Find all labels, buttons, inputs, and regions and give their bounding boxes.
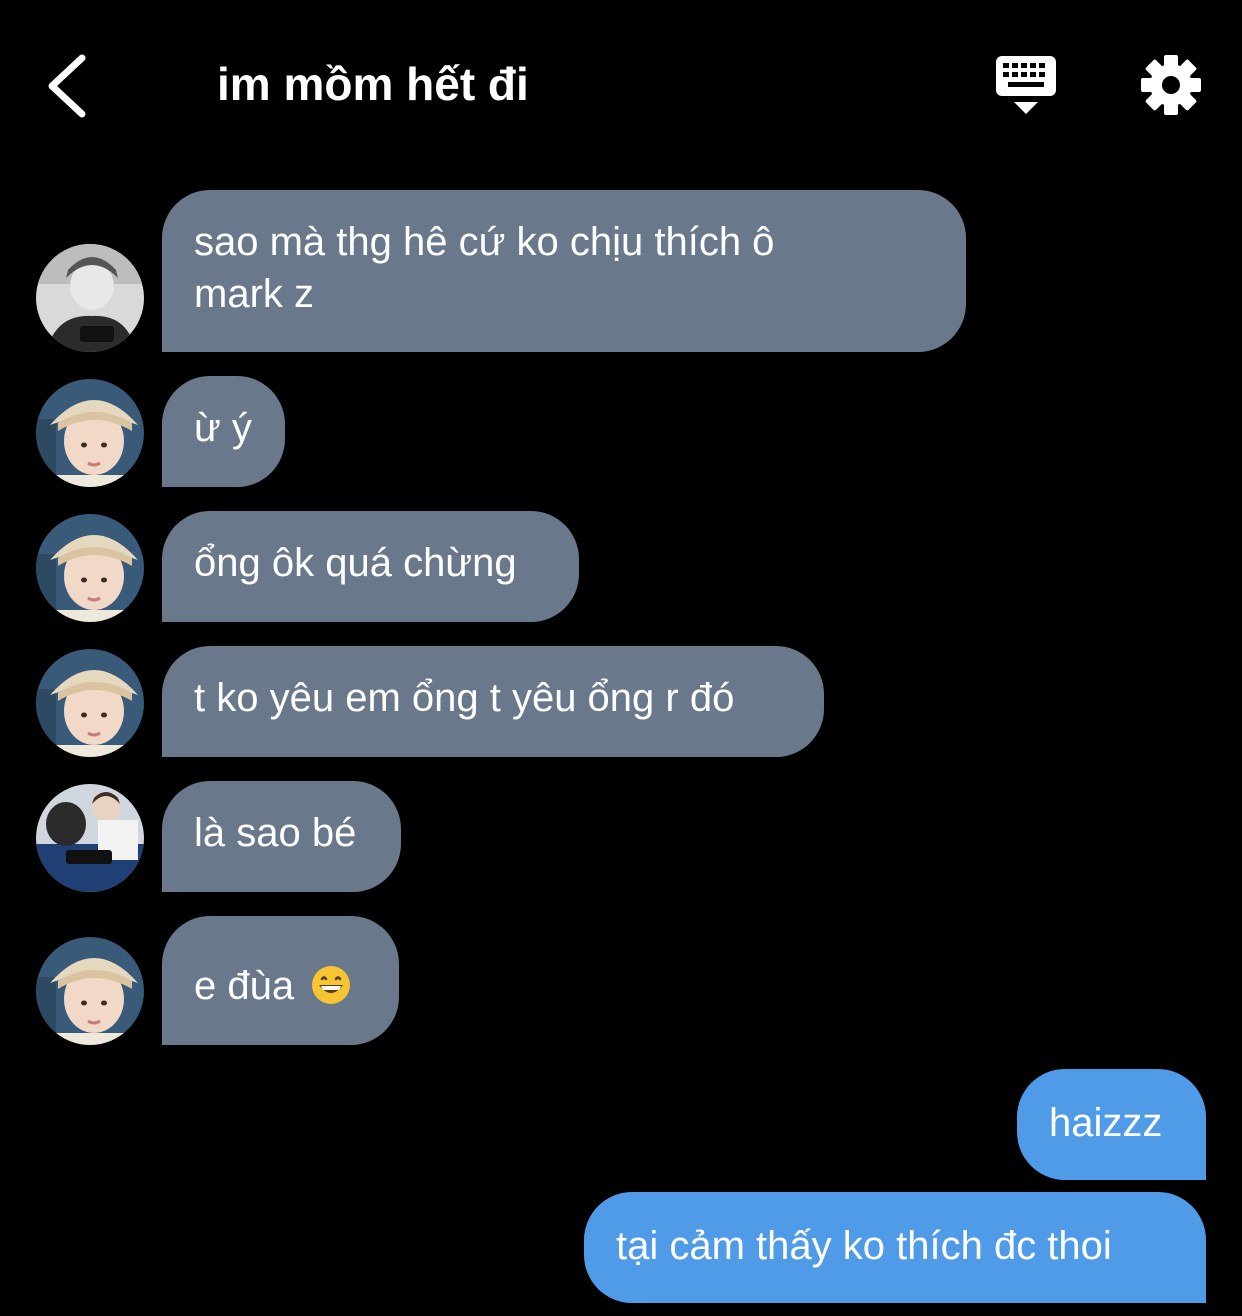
settings-button[interactable] <box>1136 50 1206 120</box>
message-bubble-incoming[interactable]: là sao bé <box>162 781 401 892</box>
avatar-photo <box>36 937 144 1045</box>
chat-header: im mồm hết đi <box>0 0 1242 170</box>
message-bubble-outgoing[interactable]: tại cảm thấy ko thích đc thoi <box>584 1192 1206 1303</box>
avatar-photo <box>36 784 144 892</box>
message-text: tại cảm thấy ko thích đc thoi <box>616 1224 1112 1268</box>
avatar-hat-boy[interactable] <box>36 514 144 622</box>
chevron-left-icon <box>48 54 86 118</box>
keyboard-button[interactable] <box>990 52 1062 120</box>
back-button[interactable] <box>30 44 110 124</box>
avatar-photo <box>36 379 144 487</box>
message-text: sao mà thg hê cứ ko chịu thích ô <box>194 220 775 264</box>
avatar-photo <box>36 244 144 352</box>
message-bubble-incoming[interactable]: ừ ý <box>162 376 285 487</box>
chat-title: im mồm hết đi <box>217 58 529 110</box>
grinning-face-emoji <box>311 965 351 1005</box>
message-bubble-incoming[interactable]: t ko yêu em ổng t yêu ổng r đó <box>162 646 824 757</box>
message-text: e đùa <box>194 964 295 1008</box>
message-bubble-incoming[interactable]: ổng ôk quá chừng <box>162 511 579 622</box>
keyboard-icon <box>996 56 1056 114</box>
message-text: ổng ôk quá chừng <box>194 541 517 585</box>
message-bubble-incoming[interactable]: sao mà thg hê cứ ko chịu thích ô mark z <box>162 190 966 352</box>
message-text: mark z <box>194 272 314 316</box>
avatar-hat-boy[interactable] <box>36 379 144 487</box>
avatar-bw-boy[interactable] <box>36 244 144 352</box>
avatar-hat-boy[interactable] <box>36 649 144 757</box>
message-text: haizzz <box>1049 1101 1163 1145</box>
avatar-hat-boy[interactable] <box>36 937 144 1045</box>
avatar-photo <box>36 649 144 757</box>
message-text: là sao bé <box>194 811 357 855</box>
avatar-blue-group[interactable] <box>36 784 144 892</box>
gear-icon <box>1141 55 1201 115</box>
message-text: ừ ý <box>194 406 252 450</box>
message-text: t ko yêu em ổng t yêu ổng r đó <box>194 676 735 720</box>
message-bubble-incoming[interactable]: e đùa <box>162 916 399 1045</box>
avatar-photo <box>36 514 144 622</box>
message-bubble-outgoing[interactable]: haizzz <box>1017 1069 1206 1180</box>
